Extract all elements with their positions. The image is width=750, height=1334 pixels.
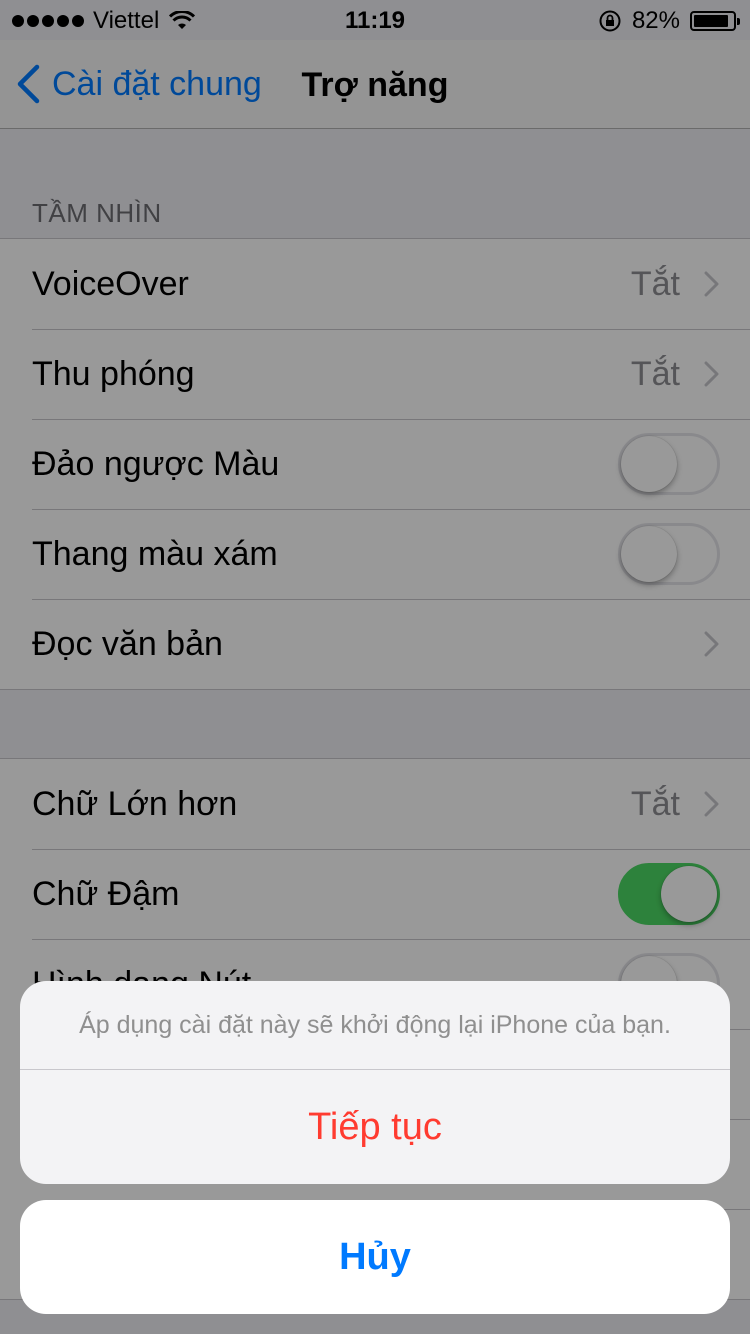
action-sheet-message: Áp dụng cài đặt này sẽ khởi động lại iPh… [20,981,730,1070]
action-sheet: Áp dụng cài đặt này sẽ khởi động lại iPh… [20,981,730,1184]
cancel-button[interactable]: Hủy [20,1200,730,1314]
continue-button[interactable]: Tiếp tục [20,1070,730,1184]
